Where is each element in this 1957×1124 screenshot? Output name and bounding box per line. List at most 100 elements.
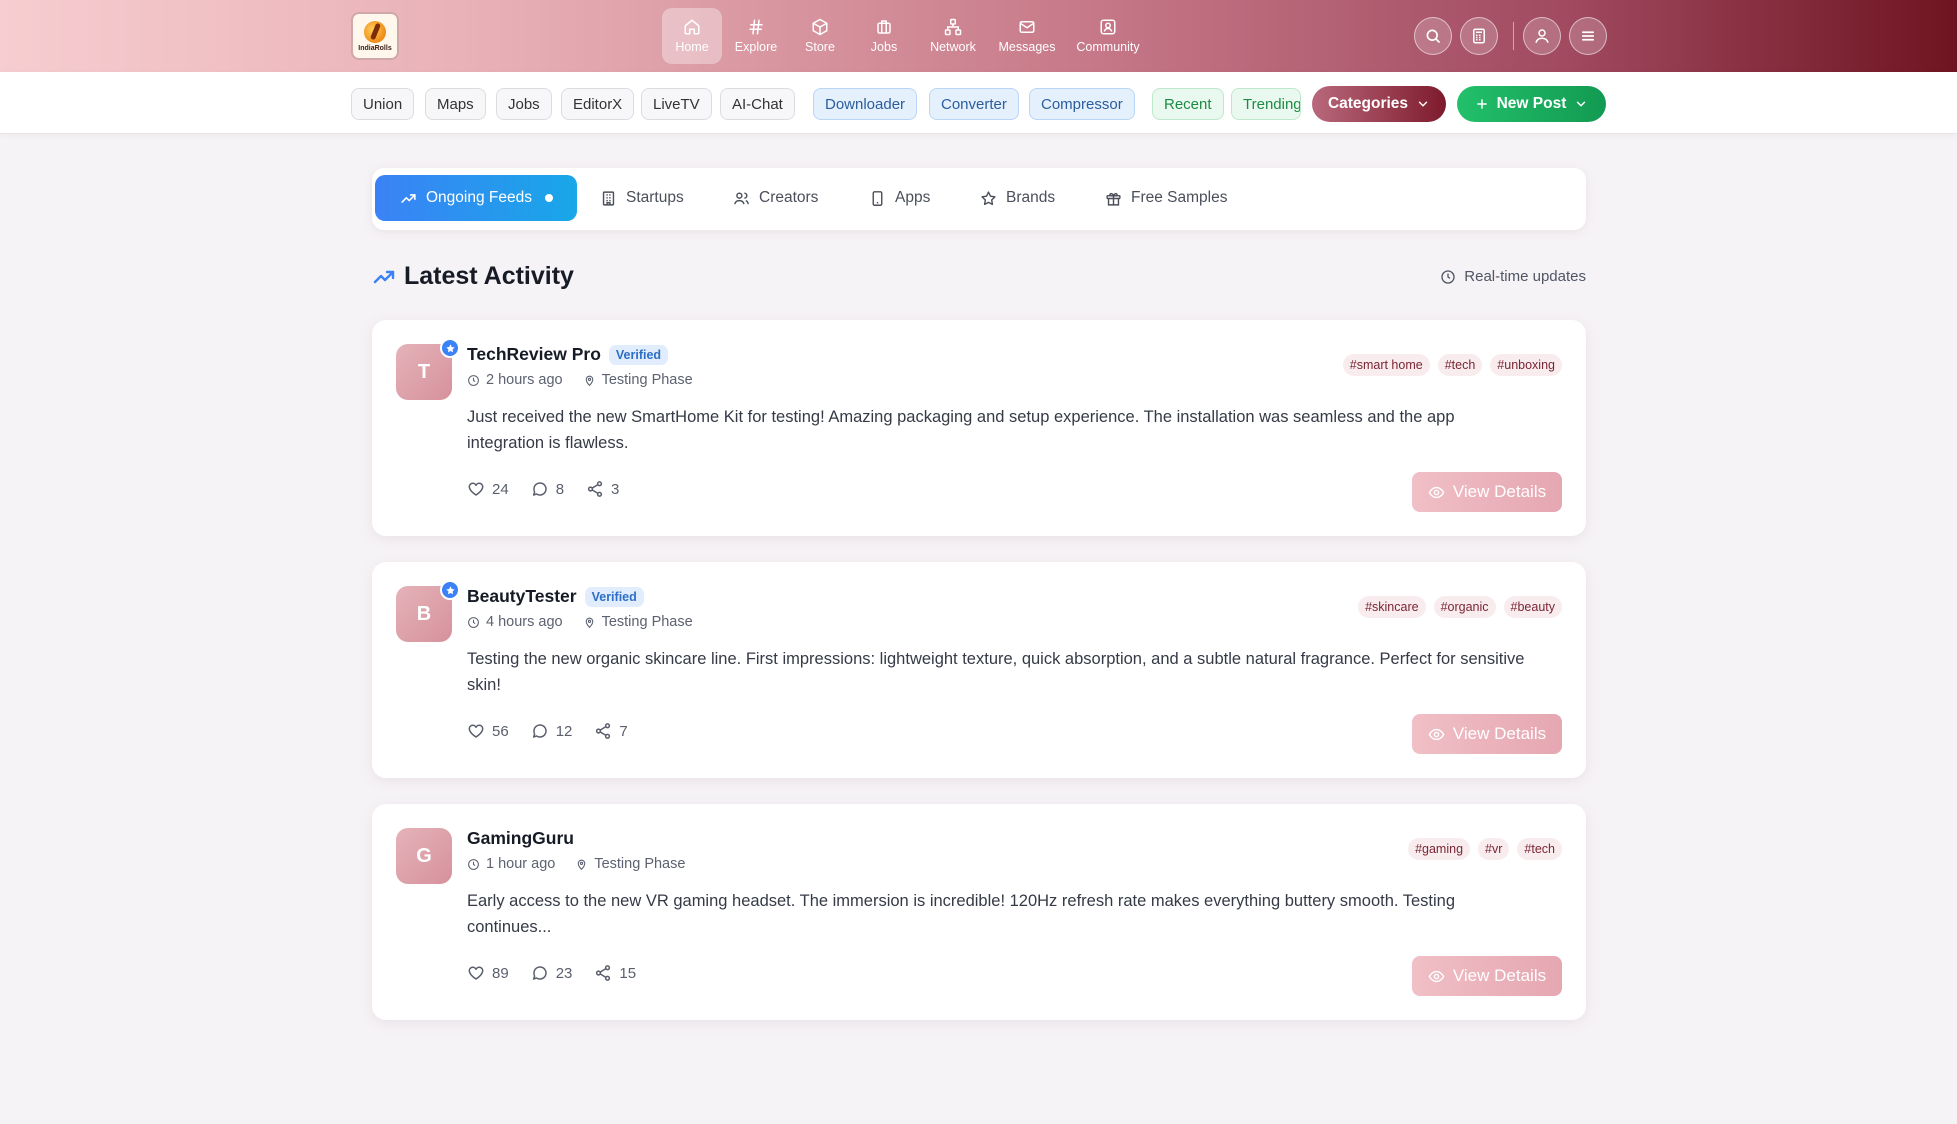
share-count: 15 [619, 964, 637, 982]
chip-union[interactable]: Union [351, 88, 415, 120]
view-details-button[interactable]: View Details [1412, 472, 1562, 512]
tab-free-samples[interactable]: Free Samples [1101, 175, 1231, 221]
verified-badge: Verified [608, 344, 669, 365]
chip-editorx[interactable]: EditorX [561, 88, 635, 120]
like-count: 89 [492, 964, 509, 982]
tab-creators[interactable]: Creators [729, 175, 822, 221]
menu-button[interactable] [1569, 17, 1607, 55]
chip-converter[interactable]: Converter [929, 88, 1019, 120]
share-button[interactable]: 15 [594, 964, 636, 982]
view-details-button[interactable]: View Details [1412, 714, 1562, 754]
chip-maps[interactable]: Maps [425, 88, 486, 120]
new-post-label: New Post [1496, 95, 1567, 112]
chip-recent[interactable]: Recent [1152, 88, 1224, 120]
location-pin-icon [578, 859, 586, 870]
nav-community-label: Community [1076, 40, 1140, 54]
tag[interactable]: #vr [1478, 838, 1510, 860]
view-details-label: View Details [1452, 724, 1547, 743]
like-button[interactable]: 56 [467, 722, 509, 740]
profile-button[interactable] [1523, 17, 1561, 55]
share-icon [596, 723, 611, 739]
comment-count: 8 [555, 480, 565, 498]
building-icon [602, 190, 615, 206]
tag[interactable]: #unboxing [1490, 354, 1562, 376]
clock-icon [468, 374, 479, 386]
tab-startups[interactable]: Startups [596, 175, 688, 221]
nav-jobs[interactable]: Jobs [854, 8, 914, 64]
tag[interactable]: #beauty [1503, 596, 1562, 618]
share-button[interactable]: 7 [594, 722, 628, 740]
chip-ai-chat[interactable]: AI-Chat [720, 88, 795, 120]
eye-icon [1428, 728, 1445, 740]
post-phase: Testing Phase [601, 614, 693, 630]
author-name[interactable]: GamingGuru [467, 828, 574, 849]
chip-compressor[interactable]: Compressor [1029, 88, 1135, 120]
comment-button[interactable]: 12 [531, 722, 572, 740]
post-tags: #smart home #tech #unboxing [1342, 354, 1562, 376]
chip-downloader[interactable]: Downloader [813, 88, 918, 120]
share-button[interactable]: 3 [586, 480, 619, 498]
chip-trending[interactable]: Trending [1231, 88, 1301, 120]
tag[interactable]: #tech [1437, 354, 1483, 376]
author-name[interactable]: BeautyTester [467, 586, 577, 607]
categories-button[interactable]: Categories [1312, 86, 1446, 122]
tab-startups-label: Startups [626, 189, 684, 206]
tab-apps[interactable]: Apps [865, 175, 934, 221]
tab-brands[interactable]: Brands [976, 175, 1059, 221]
chip-jobs[interactable]: Jobs [496, 88, 552, 120]
comment-button[interactable]: 8 [531, 480, 564, 498]
nav-home[interactable]: Home [662, 8, 722, 64]
post-stats: 56 12 7 [467, 722, 650, 740]
post-text: Testing the new organic skincare line. F… [467, 650, 1525, 694]
logo-text: IndiaRolls [358, 44, 392, 52]
author-row: GamingGuru [467, 828, 574, 849]
new-post-button[interactable]: New Post [1457, 86, 1606, 122]
section-title-text: Latest Activity [404, 262, 574, 290]
share-count: 7 [619, 722, 628, 740]
calculator-button[interactable] [1460, 17, 1498, 55]
nav-messages[interactable]: Messages [992, 8, 1062, 64]
nav-network[interactable]: Network [918, 8, 988, 64]
author-name[interactable]: TechReview Pro [467, 344, 601, 365]
eye-icon [1428, 970, 1445, 982]
search-button[interactable] [1414, 17, 1452, 55]
plus-icon [1476, 99, 1487, 109]
tag[interactable]: #smart home [1342, 354, 1430, 376]
avatar[interactable]: B [396, 580, 460, 642]
post-stats: 24 8 3 [467, 480, 641, 498]
post-time: 2 hours ago [486, 372, 563, 388]
location-pin-icon [585, 617, 593, 628]
nav-explore[interactable]: Explore [726, 8, 786, 64]
post-card: T TechReview Pro Verified 2 hours ago Te… [372, 320, 1586, 536]
avatar[interactable]: G [396, 828, 452, 884]
tag[interactable]: #skincare [1358, 596, 1426, 618]
nav-store[interactable]: Store [790, 8, 850, 64]
tag[interactable]: #organic [1433, 596, 1496, 618]
like-button[interactable]: 24 [467, 480, 509, 498]
logo[interactable]: IndiaRolls [351, 12, 399, 60]
tab-ongoing-feeds[interactable]: Ongoing Feeds [375, 175, 577, 221]
share-icon [596, 965, 611, 981]
tag[interactable]: #gaming [1408, 838, 1471, 860]
heart-icon [468, 482, 484, 496]
chevron-down-icon [1418, 101, 1428, 107]
trending-icon [401, 193, 416, 203]
featured-badge [440, 338, 460, 358]
post-card: B BeautyTester Verified 4 hours ago Test… [372, 562, 1586, 778]
briefcase-icon [877, 20, 891, 34]
author-row: BeautyTester Verified [467, 586, 644, 607]
users-icon [734, 191, 749, 204]
post-meta: 2 hours ago Testing Phase [467, 372, 693, 388]
nav-community[interactable]: Community [1066, 8, 1150, 64]
like-button[interactable]: 89 [467, 964, 509, 982]
tag[interactable]: #tech [1517, 838, 1562, 860]
menu-icon [1581, 31, 1595, 41]
network-icon [944, 18, 962, 36]
avatar[interactable]: T [396, 338, 460, 400]
chip-livetv[interactable]: LiveTV [641, 88, 712, 120]
view-details-button[interactable]: View Details [1412, 956, 1562, 996]
post-tags: #skincare #organic #beauty [1358, 596, 1562, 618]
comment-button[interactable]: 23 [531, 964, 572, 982]
author-row: TechReview Pro Verified [467, 344, 669, 365]
post-meta: 4 hours ago Testing Phase [467, 614, 693, 630]
